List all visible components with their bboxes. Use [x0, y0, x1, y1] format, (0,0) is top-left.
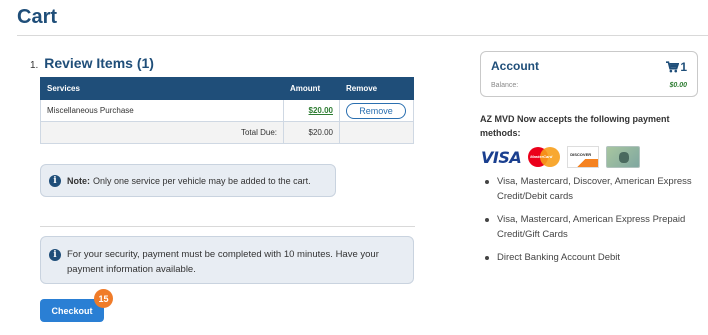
- total-due-value: $20.00: [283, 121, 340, 144]
- review-items-title: Review Items (1): [44, 55, 154, 71]
- column-header-remove: Remove: [339, 77, 414, 100]
- column-header-services: Services: [40, 77, 284, 100]
- cart-icon: [666, 61, 680, 73]
- card-logos: VISA MasterCard DISCOVER: [481, 146, 641, 168]
- timer-badge: 15: [94, 289, 113, 308]
- list-item: Visa, Mastercard, Discover, American Exp…: [481, 174, 703, 204]
- total-empty-cell: [339, 121, 414, 144]
- mastercard-logo-icon: MasterCard: [528, 146, 561, 168]
- visa-logo-icon: VISA: [481, 147, 522, 167]
- remove-cell: Remove: [339, 99, 414, 122]
- service-name-cell: Miscellaneous Purchase: [40, 99, 284, 122]
- amount-link[interactable]: $20.00: [309, 106, 333, 115]
- discover-logo-icon: DISCOVER: [567, 146, 600, 168]
- table-header-row: Services Amount Remove: [40, 77, 414, 100]
- note-label: Note:: [67, 175, 90, 186]
- list-item: Direct Banking Account Debit: [481, 250, 703, 265]
- review-items-heading: 1. Review Items (1): [30, 55, 154, 71]
- payment-methods-list: Visa, Mastercard, Discover, American Exp…: [481, 174, 703, 273]
- page-title: Cart: [17, 6, 58, 28]
- discover-logo-text: DISCOVER: [570, 152, 592, 157]
- balance-value: $0.00: [669, 82, 687, 89]
- account-panel: Account 1 Balance: $0.00: [480, 51, 698, 97]
- table-row: Miscellaneous Purchase $20.00 Remove: [40, 99, 414, 122]
- cart-indicator[interactable]: 1: [666, 60, 687, 74]
- amount-cell: $20.00: [283, 99, 340, 122]
- step-number: 1.: [30, 60, 39, 71]
- list-item: Visa, Mastercard, American Express Prepa…: [481, 212, 703, 242]
- total-due-label: Total Due:: [40, 121, 284, 144]
- american-express-logo-icon: [606, 146, 641, 168]
- title-divider: [17, 35, 708, 36]
- column-header-amount: Amount: [283, 77, 340, 100]
- note-text: Only one service per vehicle may be adde…: [93, 175, 311, 186]
- note-alert: i Note: Only one service per vehicle may…: [40, 164, 336, 197]
- security-text: For your security, payment must be compl…: [67, 249, 379, 275]
- cart-count: 1: [680, 60, 687, 74]
- payment-methods-heading: AZ MVD Now accepts the following payment…: [480, 114, 670, 138]
- section-divider: [40, 226, 415, 227]
- remove-button[interactable]: Remove: [346, 102, 406, 119]
- cart-items-table: Services Amount Remove Miscellaneous Pur…: [40, 77, 414, 144]
- info-icon: i: [49, 249, 61, 261]
- security-alert: i For your security, payment must be com…: [40, 236, 414, 284]
- total-row: Total Due: $20.00: [40, 121, 414, 144]
- balance-label: Balance:: [491, 82, 519, 89]
- account-title[interactable]: Account: [491, 59, 687, 73]
- info-icon: i: [49, 174, 61, 187]
- mastercard-logo-text: MasterCard: [530, 154, 553, 159]
